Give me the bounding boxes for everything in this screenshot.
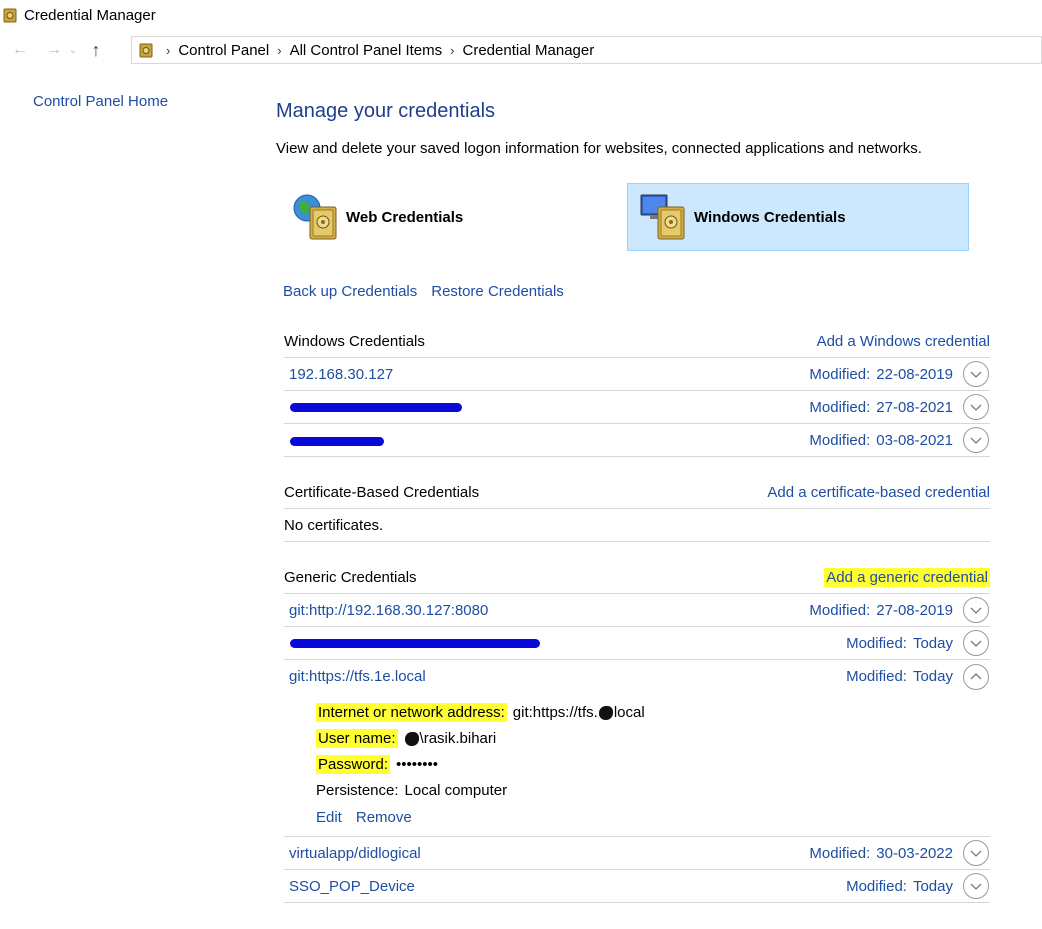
control-panel-home-link[interactable]: Control Panel Home <box>33 93 168 110</box>
breadcrumb-all-items[interactable]: All Control Panel Items <box>290 42 443 59</box>
credential-name[interactable]: git:http://192.168.30.127:8080 <box>284 602 809 619</box>
credential-modified: Modified: 27-08-2021 <box>809 398 953 416</box>
password-line: Password: •••••••• <box>316 751 990 777</box>
persistence-value: Local computer <box>404 781 508 799</box>
chevron-up-icon[interactable] <box>963 663 989 690</box>
section-title: Certificate-Based Credentials <box>284 483 480 501</box>
credential-name[interactable]: git:https://tfs.1e.local <box>284 668 846 685</box>
tab-windows-credentials[interactable]: Windows Credentials <box>627 183 969 251</box>
backup-restore-links: Back up Credentials Restore Credentials <box>283 283 564 300</box>
edit-link[interactable]: Edit <box>316 809 342 826</box>
chevron-down-icon[interactable] <box>963 873 989 899</box>
credential-modified: Modified: Today <box>846 668 953 685</box>
tab-label: Windows Credentials <box>694 208 846 226</box>
persistence-label: Persistence: <box>316 781 399 799</box>
add-windows-credential-link[interactable]: Add a Windows credential <box>817 333 990 350</box>
breadcrumb-credential-manager[interactable]: Credential Manager <box>463 42 595 59</box>
web-credentials-icon <box>293 194 337 240</box>
section-header: Generic Credentials Add a generic creden… <box>284 561 990 594</box>
empty-row: No certificates. <box>284 509 990 542</box>
credential-manager-icon <box>139 43 153 58</box>
certificate-credentials-section: Certificate-Based Credentials Add a cert… <box>284 476 990 542</box>
credential-row-expanded[interactable]: git:https://tfs.1e.local Modified: Today <box>284 660 990 693</box>
credential-modified: Modified: Today <box>846 877 953 895</box>
chevron-down-icon[interactable] <box>963 840 989 866</box>
credential-manager-icon <box>3 8 17 23</box>
section-header: Windows Credentials Add a Windows creden… <box>284 325 990 358</box>
persistence-line: Persistence: Local computer <box>316 777 990 803</box>
address-bar[interactable]: › Control Panel › All Control Panel Item… <box>131 36 1042 64</box>
up-arrow-icon[interactable]: ↑ <box>84 38 108 62</box>
credential-modified: Modified: 27-08-2019 <box>809 601 953 619</box>
detail-actions: Edit Remove <box>316 809 990 826</box>
windows-credentials-section: Windows Credentials Add a Windows creden… <box>284 325 990 457</box>
password-value: •••••••• <box>396 755 439 773</box>
username-value: \rasik.bihari <box>404 730 496 747</box>
remove-link[interactable]: Remove <box>356 809 412 826</box>
credential-name[interactable]: 192.168.30.127 <box>284 366 809 383</box>
credential-details: Internet or network address: git:https:/… <box>284 693 990 837</box>
redaction-mark <box>290 437 384 446</box>
recent-locations-chevron-icon[interactable]: ⌄ <box>66 38 80 62</box>
redaction-blot <box>598 705 613 720</box>
username-line: User name: \rasik.bihari <box>316 725 990 751</box>
credential-row[interactable]: SSO_POP_Device Modified: Today <box>284 870 990 903</box>
back-arrow-icon[interactable]: ← <box>8 38 32 62</box>
tab-web-credentials[interactable]: Web Credentials <box>284 183 626 251</box>
title-bar: Credential Manager <box>0 0 1042 30</box>
credential-modified: Modified: 30-03-2022 <box>809 844 953 862</box>
redaction-mark <box>290 639 540 648</box>
navigation-bar: ← → ⌄ ↑ › Control Panel › All Control Pa… <box>0 34 1042 66</box>
add-generic-credential-link[interactable]: Add a generic credential <box>824 567 990 587</box>
credential-row[interactable]: Modified: 03-08-2021 <box>284 424 990 457</box>
section-title: Generic Credentials <box>284 568 417 586</box>
credential-row[interactable]: Modified: Today <box>284 627 990 660</box>
breadcrumb-control-panel[interactable]: Control Panel <box>178 42 269 59</box>
page-title: Manage your credentials <box>276 100 496 122</box>
address-line: Internet or network address: git:https:/… <box>316 699 990 725</box>
restore-credentials-link[interactable]: Restore Credentials <box>431 283 564 300</box>
tab-label: Web Credentials <box>346 208 464 226</box>
redaction-blot <box>404 731 419 746</box>
credential-row[interactable]: Modified: 27-08-2021 <box>284 391 990 424</box>
add-certificate-credential-link[interactable]: Add a certificate-based credential <box>767 484 990 501</box>
credential-modified: Modified: Today <box>846 634 953 652</box>
chevron-down-icon[interactable] <box>963 394 989 420</box>
credential-row[interactable]: git:http://192.168.30.127:8080 Modified:… <box>284 594 990 627</box>
chevron-down-icon[interactable] <box>963 630 989 656</box>
windows-credentials-icon <box>640 194 685 240</box>
credential-name[interactable]: virtualapp/didlogical <box>284 845 809 862</box>
chevron-down-icon[interactable] <box>963 427 989 453</box>
backup-credentials-link[interactable]: Back up Credentials <box>283 283 417 300</box>
password-label: Password: <box>316 754 391 774</box>
window-title: Credential Manager <box>24 6 156 24</box>
chevron-right-icon[interactable]: › <box>450 43 454 58</box>
no-certificates-text: No certificates. <box>284 516 384 534</box>
credential-name[interactable]: SSO_POP_Device <box>284 878 846 895</box>
left-navigation: Control Panel Home <box>33 93 168 110</box>
username-label: User name: <box>316 728 398 748</box>
redaction-mark <box>290 403 462 412</box>
credential-modified: Modified: 22-08-2019 <box>809 365 953 383</box>
credential-modified: Modified: 03-08-2021 <box>809 431 953 449</box>
address-label: Internet or network address: <box>316 702 507 722</box>
address-value: git:https://tfs. local <box>512 703 645 721</box>
section-title: Windows Credentials <box>284 332 425 350</box>
chevron-right-icon[interactable]: › <box>166 43 170 58</box>
chevron-right-icon[interactable]: › <box>277 43 281 58</box>
generic-credentials-section: Generic Credentials Add a generic creden… <box>284 561 990 903</box>
page-subtitle: View and delete your saved logon informa… <box>276 140 922 157</box>
section-header: Certificate-Based Credentials Add a cert… <box>284 476 990 509</box>
credential-row[interactable]: 192.168.30.127 Modified: 22-08-2019 <box>284 358 990 391</box>
chevron-down-icon[interactable] <box>963 361 989 387</box>
chevron-down-icon[interactable] <box>963 597 989 623</box>
forward-arrow-icon[interactable]: → <box>42 38 66 62</box>
credential-row[interactable]: virtualapp/didlogical Modified: 30-03-202… <box>284 837 990 870</box>
